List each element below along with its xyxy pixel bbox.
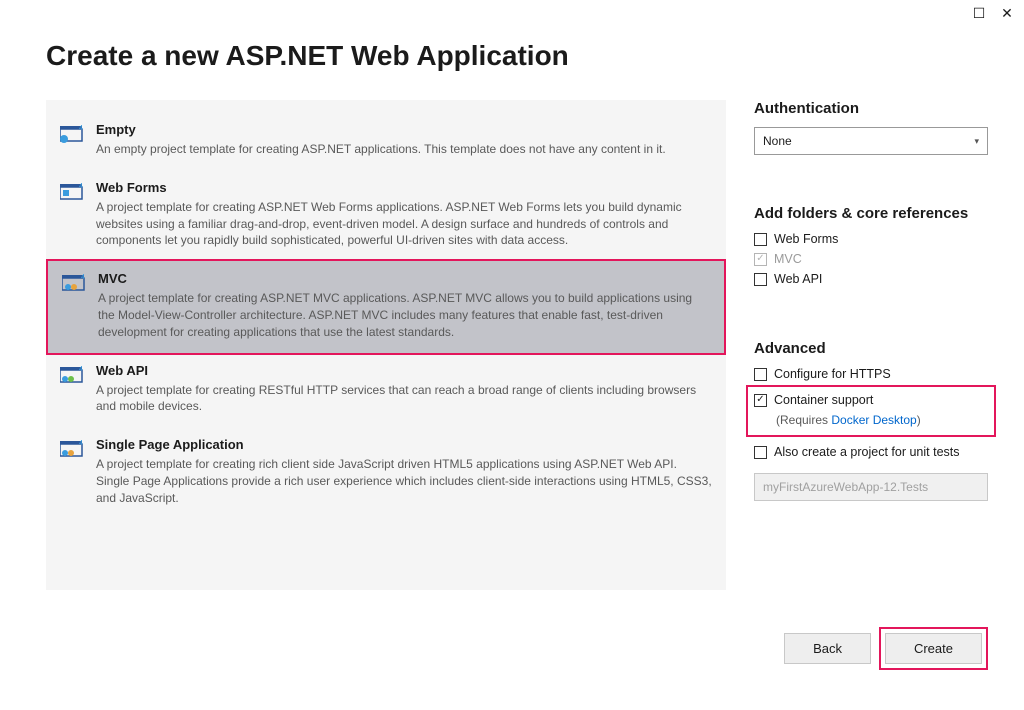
container-support-highlight: Container support (Requires Docker Deskt…: [746, 385, 996, 437]
svg-text:4: 4: [81, 274, 85, 281]
corerefs-heading: Add folders & core references: [754, 205, 988, 222]
webapi-icon: 4: [60, 365, 84, 390]
back-button[interactable]: Back: [784, 633, 871, 664]
advanced-https-label: Configure for HTTPS: [774, 367, 891, 381]
create-button[interactable]: Create: [885, 633, 982, 664]
template-mvc-desc: A project template for creating ASP.NET …: [98, 290, 710, 340]
auth-value: None: [763, 134, 792, 148]
mvc-icon: 4: [62, 273, 86, 298]
close-button[interactable]: ✕: [1000, 6, 1014, 20]
spa-icon: 4: [60, 439, 84, 464]
template-spa-title: Single Page Application: [96, 437, 712, 452]
webforms-icon: 4: [60, 182, 84, 207]
maximize-button[interactable]: ☐: [972, 6, 986, 20]
advanced-unittests-row[interactable]: Also create a project for unit tests: [754, 445, 988, 459]
checkbox-checked-disabled-icon: [754, 253, 767, 266]
coreref-mvc-label: MVC: [774, 252, 802, 266]
template-empty-title: Empty: [96, 122, 712, 137]
checkbox-unchecked-icon: [754, 273, 767, 286]
checkbox-unchecked-icon: [754, 233, 767, 246]
coreref-webforms-row[interactable]: Web Forms: [754, 232, 988, 246]
coreref-webapi-row[interactable]: Web API: [754, 272, 988, 286]
advanced-unittests-label: Also create a project for unit tests: [774, 445, 960, 459]
auth-dropdown[interactable]: None ▾: [754, 127, 988, 155]
template-mvc-title: MVC: [98, 271, 710, 286]
test-project-name-input: [754, 473, 988, 501]
coreref-webapi-label: Web API: [774, 272, 822, 286]
template-webapi-desc: A project template for creating RESTful …: [96, 382, 712, 416]
svg-text:4: 4: [79, 366, 83, 373]
template-list: 4 Empty An empty project template for cr…: [46, 100, 726, 590]
chevron-down-icon: ▾: [974, 136, 979, 147]
template-empty[interactable]: 4 Empty An empty project template for cr…: [46, 112, 726, 170]
docker-desktop-link[interactable]: Docker Desktop: [831, 413, 916, 427]
template-empty-desc: An empty project template for creating A…: [96, 141, 712, 158]
checkbox-unchecked-icon: [754, 368, 767, 381]
template-webforms[interactable]: 4 Web Forms A project template for creat…: [46, 170, 726, 261]
template-webforms-desc: A project template for creating ASP.NET …: [96, 199, 712, 249]
advanced-https-row[interactable]: Configure for HTTPS: [754, 367, 988, 381]
page-title: Create a new ASP.NET Web Application: [46, 40, 988, 72]
advanced-container-label: Container support: [774, 393, 873, 407]
create-button-highlight: Create: [879, 627, 988, 670]
coreref-webforms-label: Web Forms: [774, 232, 838, 246]
advanced-heading: Advanced: [754, 340, 988, 357]
checkbox-checked-icon: [754, 394, 767, 407]
template-mvc[interactable]: 4 MVC A project template for creating AS…: [46, 259, 726, 354]
empty-icon: 4: [60, 124, 84, 149]
template-spa[interactable]: 4 Single Page Application A project temp…: [46, 427, 726, 518]
checkbox-unchecked-icon: [754, 446, 767, 459]
svg-text:4: 4: [79, 125, 83, 132]
svg-text:4: 4: [79, 440, 83, 447]
advanced-container-row[interactable]: Container support: [754, 393, 988, 407]
auth-heading: Authentication: [754, 100, 988, 117]
template-webforms-title: Web Forms: [96, 180, 712, 195]
template-webapi[interactable]: 4 Web API A project template for creatin…: [46, 353, 726, 428]
svg-text:4: 4: [79, 183, 83, 190]
coreref-mvc-row: MVC: [754, 252, 988, 266]
template-webapi-title: Web API: [96, 363, 712, 378]
template-spa-desc: A project template for creating rich cli…: [96, 456, 712, 506]
container-requires-note: (Requires Docker Desktop): [776, 413, 988, 427]
